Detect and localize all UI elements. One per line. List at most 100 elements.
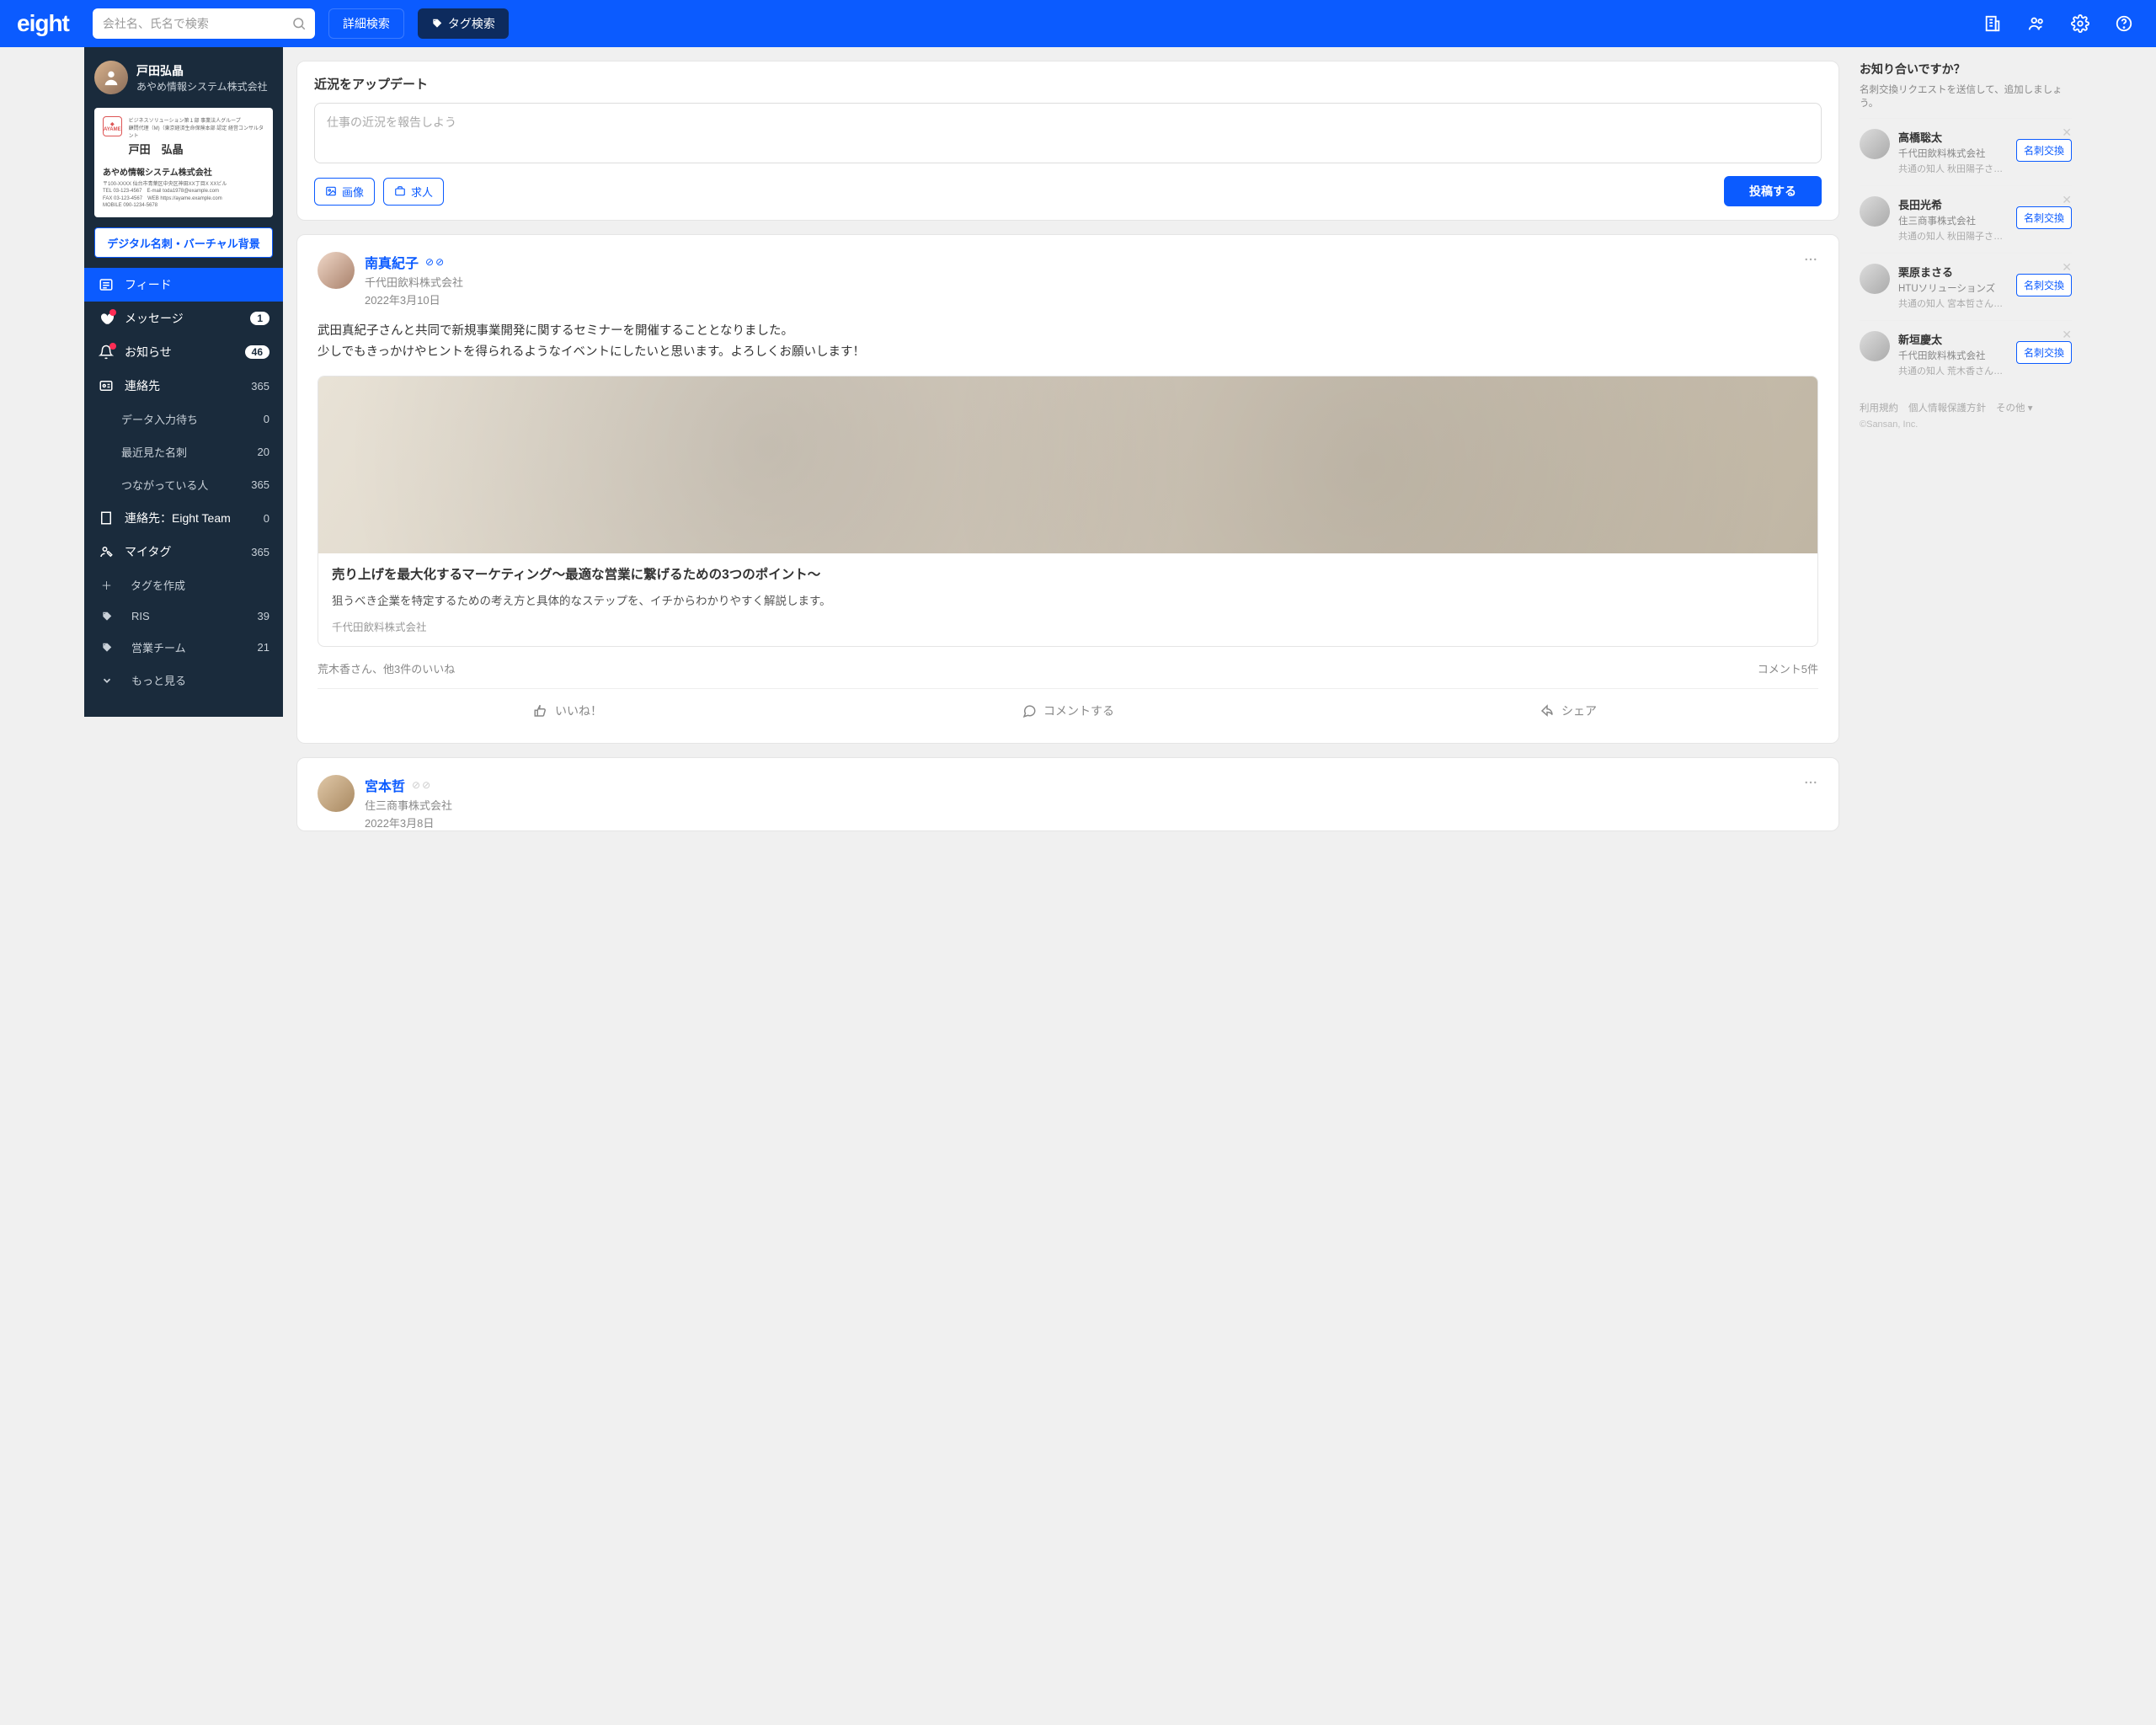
nav-recent[interactable]: 最近見た名刺20 [84, 435, 283, 468]
avatar [94, 61, 128, 94]
nav-messages[interactable]: メッセージ 1 [84, 302, 283, 335]
people-icon[interactable] [2021, 8, 2052, 39]
post-more-icon[interactable] [1803, 775, 1818, 790]
nav-team[interactable]: 連絡先：Eight Team 0 [84, 501, 283, 535]
nav-contacts[interactable]: 連絡先 365 [84, 369, 283, 403]
tag-search-button[interactable]: タグ検索 [418, 8, 509, 39]
share-button[interactable]: シェア [1318, 696, 1818, 726]
thumbs-up-icon [533, 703, 548, 718]
close-icon[interactable]: ✕ [2062, 193, 2072, 207]
search-icon[interactable] [291, 16, 307, 31]
post-author-name[interactable]: 南真紀子 [365, 252, 419, 272]
exchange-button[interactable]: 名刺交換 [2016, 274, 2072, 296]
close-icon[interactable]: ✕ [2062, 328, 2072, 342]
nav-more[interactable]: もっと見る [84, 664, 283, 697]
post-author-company: 住三商事株式会社 [365, 797, 452, 813]
composer-textarea[interactable] [314, 103, 1822, 163]
search-input[interactable] [93, 8, 315, 39]
comment-button[interactable]: コメントする [818, 696, 1318, 726]
suggestion-company: 住三商事株式会社 [1898, 214, 2008, 227]
nav-team-label: 連絡先：Eight Team [125, 510, 253, 526]
post-avatar[interactable] [318, 252, 355, 289]
suggestion-mutual: 共通の知人 荒木香さん、他… [1898, 364, 2008, 377]
nav-contacts-label: 連絡先 [125, 377, 241, 394]
nav-connected[interactable]: つながっている人365 [84, 468, 283, 501]
suggestion-2: 長田光希 住三商事株式会社 共通の知人 秋田陽子さん、他… 名刺交換 ✕ [1860, 185, 2072, 253]
suggestion-1: 高橋聡太 千代田飲料株式会社 共通の知人 秋田陽子さん、… 名刺交換 ✕ [1860, 118, 2072, 185]
nav-mytag[interactable]: マイタグ 365 [84, 535, 283, 569]
privacy-link[interactable]: 個人情報保護方針 [1908, 401, 1986, 414]
exchange-button[interactable]: 名刺交換 [2016, 206, 2072, 229]
suggestion-mutual: 共通の知人 秋田陽子さん、… [1898, 162, 2008, 175]
nav-list: フィード メッセージ 1 お知らせ 46 連絡先 365 データ入力待ち0 最近… [84, 268, 283, 697]
help-icon[interactable] [2109, 8, 2139, 39]
card-company: あやめ情報システム株式会社 [103, 165, 264, 178]
link-source: 千代田飲料株式会社 [332, 618, 1804, 634]
nav-feed-label: フィード [125, 276, 270, 293]
nav-feed[interactable]: フィード [84, 268, 283, 302]
nav-pending[interactable]: データ入力待ち0 [84, 403, 283, 435]
suggestion-3: 栗原まさる HTUソリューションズ 共通の知人 宮本哲さん、他… 名刺交換 ✕ [1860, 253, 2072, 320]
profile-block[interactable]: 戸田弘晶 あやめ情報システム株式会社 [84, 47, 283, 108]
suggestion-company: 千代田飲料株式会社 [1898, 349, 2008, 362]
tag-icon [101, 642, 113, 654]
business-card-preview[interactable]: ◆AYAME ビジネスソリューション第１部 事業法人グループ 顧問代理（M)（東… [94, 108, 273, 217]
post-author-name[interactable]: 宮本哲 [365, 775, 405, 795]
settings-icon[interactable] [2065, 8, 2095, 39]
exchange-button[interactable]: 名刺交換 [2016, 341, 2072, 364]
suggestion-name[interactable]: 長田光希 [1898, 196, 2008, 212]
comments-summary[interactable]: コメント5件 [1758, 660, 1818, 676]
other-link[interactable]: その他 ▾ [1996, 401, 2032, 414]
suggestion-avatar[interactable] [1860, 264, 1890, 294]
suggestion-company: 千代田飲料株式会社 [1898, 147, 2008, 160]
messages-icon [98, 311, 115, 326]
suggestion-avatar[interactable] [1860, 196, 1890, 227]
likes-summary[interactable]: 荒木香さん、他3件のいいね [318, 660, 455, 676]
main-column: 近況をアップデート 画像 求人 投稿する 南真紀子 ⊘⊘ 千代田飲料株式会社 2… [283, 47, 1853, 845]
post-avatar[interactable] [318, 775, 355, 812]
tag-icon [101, 611, 113, 622]
nav-mytag-label: マイタグ [125, 543, 241, 560]
suggestion-name[interactable]: 高橋聡太 [1898, 129, 2008, 145]
advanced-search-button[interactable]: 詳細検索 [328, 8, 404, 39]
nav-sales[interactable]: 営業チーム21 [84, 631, 283, 664]
suggestions-sub: 名刺交換リクエストを送信して、追加しましょう。 [1860, 83, 2072, 109]
profile-company: あやめ情報システム株式会社 [136, 79, 268, 93]
suggestion-4: 新垣慶太 千代田飲料株式会社 共通の知人 荒木香さん、他… 名刺交換 ✕ [1860, 320, 2072, 387]
search-wrap [93, 8, 315, 39]
post-more-icon[interactable] [1803, 252, 1818, 267]
person-tag-icon [98, 544, 115, 559]
close-icon[interactable]: ✕ [2062, 126, 2072, 140]
footer-links: 利用規約 個人情報保護方針 その他 ▾ [1860, 401, 2072, 414]
nav-create-tag[interactable]: ＋タグを作成 [84, 569, 283, 601]
close-icon[interactable]: ✕ [2062, 260, 2072, 275]
like-button[interactable]: いいね！ [318, 696, 818, 726]
digital-card-button[interactable]: デジタル名刺・バーチャル背景 [94, 227, 273, 258]
nav-messages-label: メッセージ [125, 310, 240, 327]
nav-news[interactable]: お知らせ 46 [84, 335, 283, 369]
attach-image-button[interactable]: 画像 [314, 178, 375, 206]
contacts-icon [98, 378, 115, 393]
post-button[interactable]: 投稿する [1724, 176, 1822, 206]
suggestion-name[interactable]: 栗原まさる [1898, 264, 2008, 280]
right-column: お知り合いですか？ 名刺交換リクエストを送信して、追加しましょう。 高橋聡太 千… [1853, 47, 2072, 443]
terms-link[interactable]: 利用規約 [1860, 401, 1898, 414]
suggestion-name[interactable]: 新垣慶太 [1898, 331, 2008, 347]
composer: 近況をアップデート 画像 求人 投稿する [296, 61, 1839, 221]
exchange-button[interactable]: 名刺交換 [2016, 139, 2072, 162]
company-icon[interactable] [1977, 8, 2008, 39]
plus-icon: ＋ [101, 577, 112, 593]
suggestion-avatar[interactable] [1860, 129, 1890, 159]
post-body: 武田真紀子さんと共同で新規事業開発に関するセミナーを開催することとなりました。 … [318, 321, 1818, 362]
link-badge-icon: ⊘⊘ [425, 256, 446, 268]
logo[interactable]: eight [17, 10, 69, 37]
post-date: 2022年3月8日 [365, 814, 452, 830]
profile-name: 戸田弘晶 [136, 62, 268, 79]
suggestion-avatar[interactable] [1860, 331, 1890, 361]
attach-job-button[interactable]: 求人 [383, 178, 444, 206]
briefcase-icon [394, 185, 406, 197]
nav-mytag-count: 365 [251, 546, 270, 558]
top-header: eight 詳細検索 タグ検索 [0, 0, 2156, 47]
nav-ris[interactable]: RIS39 [84, 601, 283, 631]
link-preview-card[interactable]: 売り上げを最大化するマーケティング〜最適な営業に繋げるための3つのポイント〜 狙… [318, 376, 1818, 647]
